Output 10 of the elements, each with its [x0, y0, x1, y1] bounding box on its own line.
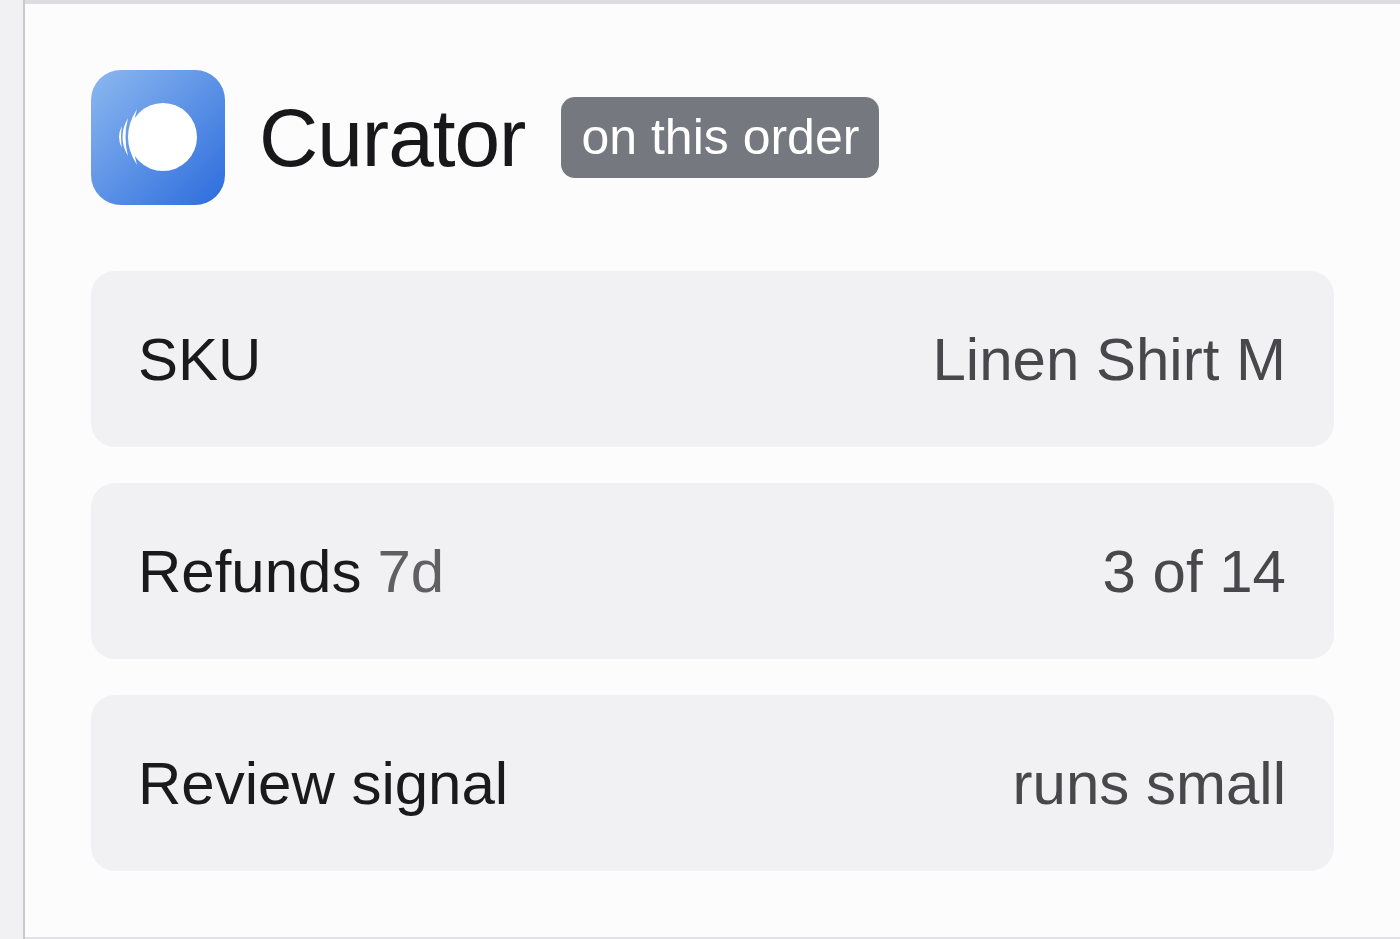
row-label: SKU	[138, 324, 262, 394]
row-value: 3 of 14	[1102, 536, 1286, 606]
row-label: Review signal	[138, 748, 509, 818]
app-title: Curator	[259, 96, 526, 179]
period-label: 7d	[377, 536, 445, 606]
row-label: Refunds	[138, 536, 362, 606]
row-value: Linen Shirt M	[932, 324, 1286, 394]
context-badge: on this order	[561, 97, 880, 178]
row-value: runs small	[1012, 748, 1286, 818]
app-icon	[91, 70, 225, 205]
